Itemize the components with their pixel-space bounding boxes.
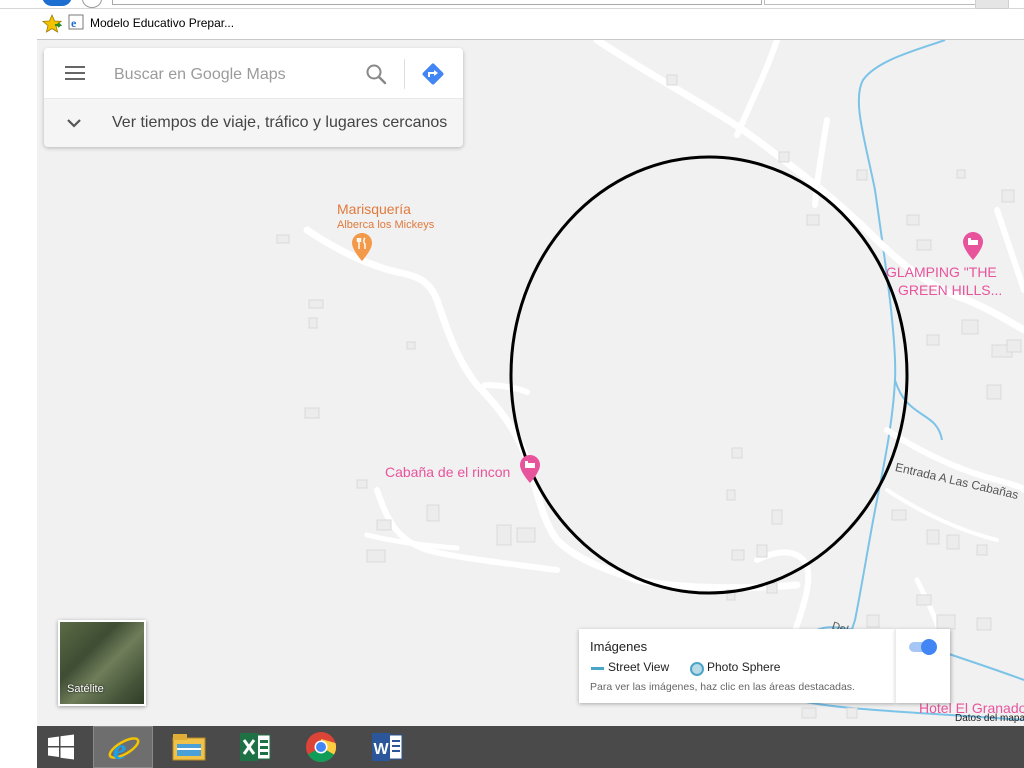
place-title-marisqueria[interactable]: Marisquería — [337, 201, 411, 217]
drawn-circle-annotation — [509, 155, 909, 595]
back-button[interactable] — [42, 0, 72, 6]
place-subtitle-marisqueria[interactable]: Alberca los Mickeys — [337, 219, 434, 231]
address-bar[interactable] — [112, 0, 762, 5]
svg-text:W: W — [374, 741, 390, 758]
place-label-cabana[interactable]: Cabaña de el rincon — [385, 464, 510, 480]
travel-times-label[interactable]: Ver tiempos de viaje, tráfico y lugares … — [112, 114, 447, 132]
taskbar-word[interactable]: W — [357, 726, 417, 768]
taskbar-chrome[interactable] — [291, 726, 351, 768]
maps-search-input[interactable] — [112, 62, 356, 88]
satellite-label: Satélite — [67, 683, 104, 695]
word-icon: W — [372, 733, 403, 761]
windows-start-icon — [48, 734, 74, 760]
map-canvas[interactable]: Ver tiempos de viaje, tráfico y lugares … — [37, 40, 1024, 726]
stream — [826, 40, 946, 681]
favorites-star-icon[interactable] — [42, 14, 62, 34]
photo-sphere-legend-label: Photo Sphere — [707, 660, 781, 674]
svg-text:e: e — [113, 733, 126, 764]
stream — [894, 379, 943, 441]
file-explorer-icon — [172, 734, 206, 761]
street-view-legend-label: Street View — [608, 660, 670, 674]
screen-left-margin — [0, 0, 37, 768]
browser-toolbar — [0, 0, 1024, 9]
favorite-link[interactable]: Modelo Educativo Prepar... — [90, 16, 234, 30]
windows-start-button[interactable] — [37, 726, 97, 768]
photo-sphere-legend-icon — [690, 662, 704, 676]
excel-icon — [240, 733, 271, 761]
stream — [936, 649, 1024, 681]
imagery-panel: Imágenes Street View Photo Sphere Para v… — [579, 629, 895, 703]
search-divider — [404, 59, 405, 89]
browser-tab[interactable] — [764, 0, 976, 5]
search-row — [44, 48, 463, 98]
ie-page-icon: e — [68, 14, 84, 30]
search-icon[interactable] — [364, 62, 388, 86]
directions-icon[interactable] — [420, 61, 446, 87]
imagery-toggle[interactable] — [909, 639, 937, 655]
buildings — [276, 74, 1022, 719]
windows-taskbar: e W — [37, 726, 1024, 768]
lodging-pin-icon[interactable] — [520, 455, 540, 483]
chrome-icon — [306, 732, 337, 763]
toggle-knob — [921, 639, 937, 655]
svg-text:e: e — [71, 16, 77, 30]
tab-area-button[interactable] — [975, 0, 1009, 9]
imagery-hint: Para ver las imágenes, haz clic en las á… — [590, 681, 855, 693]
street-view-legend-icon — [591, 667, 604, 670]
map-data-attribution[interactable]: Datos del mapa — [955, 713, 1024, 724]
travel-times-row[interactable]: Ver tiempos de viaje, tráfico y lugares … — [44, 98, 463, 147]
place-label-glamping-2[interactable]: GREEN HILLS... — [898, 282, 1002, 298]
restaurant-pin-icon[interactable] — [352, 233, 372, 261]
taskbar-file-explorer[interactable] — [159, 726, 219, 768]
forward-button[interactable] — [82, 0, 102, 8]
place-label-glamping-1[interactable]: GLAMPING "THE — [886, 264, 997, 280]
favorites-bar: e Modelo Educativo Prepar... — [37, 9, 1024, 40]
taskbar-internet-explorer[interactable]: e — [93, 726, 153, 768]
imagery-title: Imágenes — [590, 639, 648, 654]
chevron-down-icon[interactable] — [65, 114, 83, 132]
satellite-layer-button[interactable]: Satélite — [58, 620, 146, 706]
internet-explorer-icon: e — [108, 733, 140, 764]
taskbar-excel[interactable] — [225, 726, 285, 768]
maps-search-panel: Ver tiempos de viaje, tráfico y lugares … — [44, 48, 463, 147]
hamburger-menu-icon[interactable] — [65, 66, 85, 82]
imagery-toggle-panel — [895, 629, 950, 703]
lodging-pin-icon[interactable] — [963, 232, 983, 260]
